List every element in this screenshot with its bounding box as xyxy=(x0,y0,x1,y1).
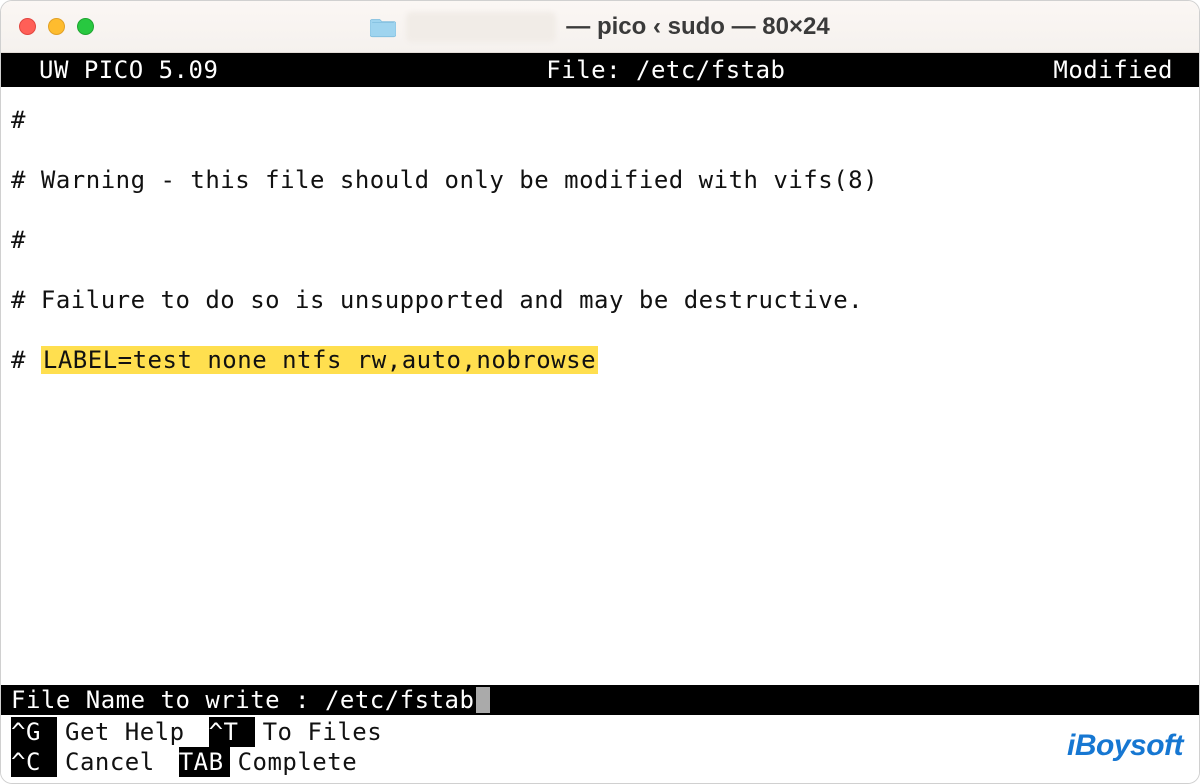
editor-line: # LABEL=test none ntfs rw,auto,nobrowse xyxy=(11,345,1189,375)
prompt-value: /etc/fstab xyxy=(325,685,475,715)
prompt-label: File Name to write : xyxy=(11,685,310,715)
traffic-lights xyxy=(19,18,94,35)
editor-area[interactable]: # # Warning - this file should only be m… xyxy=(1,87,1199,685)
shortcut-label: Complete xyxy=(230,747,382,777)
shortcut-label: Get Help xyxy=(57,717,209,747)
pico-status-bar: UW PICO 5.09 File: /etc/fstab Modified xyxy=(1,53,1199,87)
file-path: /etc/fstab xyxy=(636,56,786,84)
minimize-button-icon[interactable] xyxy=(48,18,65,35)
filename-prompt[interactable]: File Name to write : /etc/fstab xyxy=(1,685,1199,715)
text-cursor-icon xyxy=(476,687,490,713)
editor-line: # xyxy=(11,225,1189,255)
titlebar: — pico ‹ sudo — 80×24 xyxy=(1,1,1199,53)
highlighted-fstab-entry: LABEL=test none ntfs rw,auto,nobrowse xyxy=(41,346,598,374)
window-title: — pico ‹ sudo — 80×24 xyxy=(1,12,1199,42)
shortcut-label: Cancel xyxy=(57,747,179,777)
file-indicator: File: /etc/fstab xyxy=(218,53,1053,87)
modified-badge: Modified xyxy=(1053,53,1173,87)
shortcut-key[interactable]: TAB xyxy=(179,747,230,777)
editor-line: # xyxy=(11,105,1189,135)
close-button-icon[interactable] xyxy=(19,18,36,35)
window-title-text: — pico ‹ sudo — 80×24 xyxy=(566,13,829,41)
shortcut-help: ^G Get Help ^T To Files ^C Cancel TAB Co… xyxy=(1,715,1199,783)
editor-line: # Warning - this file should only be mod… xyxy=(11,165,1189,195)
shortcut-label: To Files xyxy=(255,717,407,747)
shortcut-row: ^G Get Help ^T To Files xyxy=(11,717,1189,747)
shortcut-key[interactable]: ^T xyxy=(209,717,255,747)
shortcut-key[interactable]: ^G xyxy=(11,717,57,747)
shortcut-row: ^C Cancel TAB Complete xyxy=(11,747,1189,777)
redacted-title-segment xyxy=(406,12,556,42)
zoom-button-icon[interactable] xyxy=(77,18,94,35)
editor-line: # Failure to do so is unsupported and ma… xyxy=(11,285,1189,315)
shortcut-key[interactable]: ^C xyxy=(11,747,57,777)
app-version: UW PICO 5.09 xyxy=(39,53,218,87)
terminal-window: — pico ‹ sudo — 80×24 UW PICO 5.09 File:… xyxy=(0,0,1200,784)
folder-icon xyxy=(370,16,396,38)
file-label: File: xyxy=(546,56,621,84)
